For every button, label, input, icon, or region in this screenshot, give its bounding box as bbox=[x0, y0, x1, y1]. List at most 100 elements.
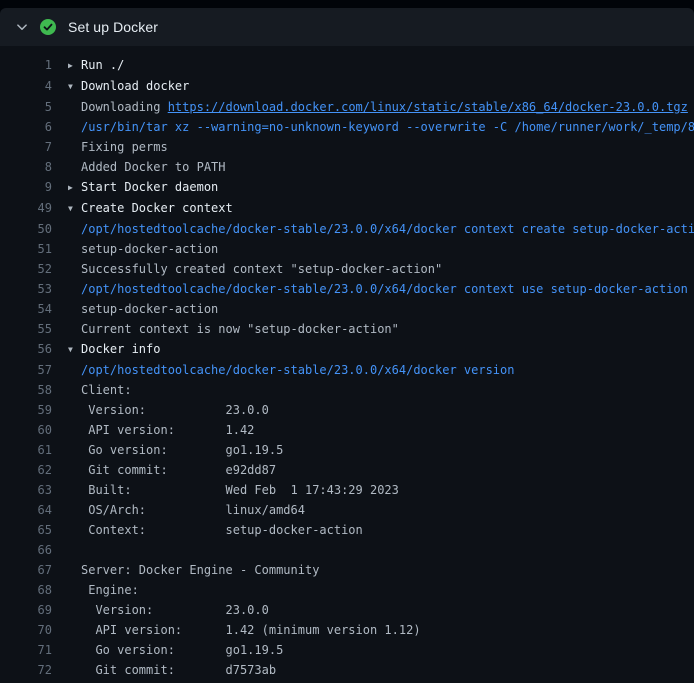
line-number[interactable]: 55 bbox=[0, 319, 52, 339]
line-number[interactable]: 5 bbox=[0, 97, 52, 117]
log-text: Version: 23.0.0 bbox=[68, 600, 269, 620]
log-line: 70 API version: 1.42 (minimum version 1.… bbox=[0, 620, 694, 640]
line-number[interactable]: 59 bbox=[0, 400, 52, 420]
line-number[interactable]: 56 bbox=[0, 339, 52, 360]
log-line: 65 Context: setup-docker-action bbox=[0, 520, 694, 540]
line-number[interactable]: 53 bbox=[0, 279, 52, 299]
line-number[interactable]: 49 bbox=[0, 198, 52, 219]
log-text: Built: Wed Feb 1 17:43:29 2023 bbox=[68, 480, 399, 500]
line-number[interactable]: 68 bbox=[0, 580, 52, 600]
log-container: 1▶Run ./4▼Download docker5Downloading ht… bbox=[0, 46, 694, 683]
group-title: Create Docker context bbox=[81, 201, 233, 215]
log-line: 5 Downloading https://download.docker.com… bbox=[0, 97, 694, 117]
line-number[interactable]: 64 bbox=[0, 500, 52, 520]
log-text: setup-docker-action bbox=[68, 299, 218, 319]
log-text: setup-docker-action bbox=[68, 239, 218, 259]
line-number[interactable]: 54 bbox=[0, 299, 52, 319]
line-number[interactable]: 62 bbox=[0, 460, 52, 480]
log-text: Engine: bbox=[68, 580, 139, 600]
log-line: 51 setup-docker-action bbox=[0, 239, 694, 259]
line-number[interactable]: 57 bbox=[0, 360, 52, 380]
step-title: Set up Docker bbox=[68, 19, 158, 35]
log-line: 72 Git commit: d7573ab bbox=[0, 660, 694, 680]
step-header[interactable]: Set up Docker bbox=[0, 8, 694, 46]
log-line: 54 setup-docker-action bbox=[0, 299, 694, 319]
line-number[interactable]: 9 bbox=[0, 177, 52, 198]
line-number[interactable]: 63 bbox=[0, 480, 52, 500]
log-text: Git commit: d7573ab bbox=[68, 660, 276, 680]
log-text[interactable]: ▼Create Docker context bbox=[68, 198, 233, 219]
group-chevron-collapsed-icon[interactable]: ▶ bbox=[68, 56, 81, 76]
log-line: 64 OS/Arch: linux/amd64 bbox=[0, 500, 694, 520]
line-number[interactable]: 1 bbox=[0, 55, 52, 76]
download-url-link[interactable]: https://download.docker.com/linux/static… bbox=[168, 100, 688, 114]
log-text: Client: bbox=[68, 380, 132, 400]
log-line: 63 Built: Wed Feb 1 17:43:29 2023 bbox=[0, 480, 694, 500]
log-text: Added Docker to PATH bbox=[68, 157, 226, 177]
line-number[interactable]: 61 bbox=[0, 440, 52, 460]
log-line: 66 bbox=[0, 540, 694, 560]
line-number[interactable]: 50 bbox=[0, 219, 52, 239]
line-number[interactable]: 65 bbox=[0, 520, 52, 540]
log-line: 68 Engine: bbox=[0, 580, 694, 600]
line-number[interactable]: 4 bbox=[0, 76, 52, 97]
log-line: 49 ▼Create Docker context bbox=[0, 198, 694, 219]
log-text: API version: 1.42 bbox=[68, 420, 254, 440]
line-number[interactable]: 8 bbox=[0, 157, 52, 177]
line-number[interactable]: 66 bbox=[0, 540, 52, 560]
log-line: 8 Added Docker to PATH bbox=[0, 157, 694, 177]
log-text: /usr/bin/tar xz --warning=no-unknown-key… bbox=[68, 117, 694, 137]
log-text: Version: 23.0.0 bbox=[68, 400, 269, 420]
log-text: Go version: go1.19.5 bbox=[68, 640, 283, 660]
group-chevron-expanded-icon[interactable]: ▼ bbox=[68, 77, 81, 97]
log-text[interactable]: ▼Docker info bbox=[68, 339, 160, 360]
line-number[interactable]: 7 bbox=[0, 137, 52, 157]
success-check-icon bbox=[40, 19, 56, 35]
log-line: 52 Successfully created context "setup-do… bbox=[0, 259, 694, 279]
group-chevron-expanded-icon[interactable]: ▼ bbox=[68, 199, 81, 219]
log-text: Downloading https://download.docker.com/… bbox=[68, 97, 688, 117]
log-text[interactable]: ▼Download docker bbox=[68, 76, 189, 97]
line-number[interactable]: 52 bbox=[0, 259, 52, 279]
log-line: 50/opt/hostedtoolcache/docker-stable/23.… bbox=[0, 219, 694, 239]
chevron-down-icon[interactable] bbox=[16, 21, 28, 33]
log-line: 9 ▶Start Docker daemon bbox=[0, 177, 694, 198]
log-line: 53/opt/hostedtoolcache/docker-stable/23.… bbox=[0, 279, 694, 299]
log-text: Fixing perms bbox=[68, 137, 168, 157]
line-number[interactable]: 67 bbox=[0, 560, 52, 580]
log-text: OS/Arch: linux/amd64 bbox=[68, 500, 305, 520]
group-chevron-collapsed-icon[interactable]: ▶ bbox=[68, 178, 81, 198]
line-number[interactable]: 58 bbox=[0, 380, 52, 400]
log-text: /opt/hostedtoolcache/docker-stable/23.0.… bbox=[68, 279, 688, 299]
group-chevron-expanded-icon[interactable]: ▼ bbox=[68, 340, 81, 360]
log-text[interactable]: ▶Run ./ bbox=[68, 55, 124, 76]
line-number[interactable]: 51 bbox=[0, 239, 52, 259]
log-line: 6/usr/bin/tar xz --warning=no-unknown-ke… bbox=[0, 117, 694, 137]
log-line: 62 Git commit: e92dd87 bbox=[0, 460, 694, 480]
log-text[interactable]: ▶Start Docker daemon bbox=[68, 177, 218, 198]
log-text: Context: setup-docker-action bbox=[68, 520, 363, 540]
line-number[interactable]: 60 bbox=[0, 420, 52, 440]
group-title: Start Docker daemon bbox=[81, 180, 218, 194]
log-line: 1 ▶Run ./ bbox=[0, 55, 694, 76]
log-line: 58 Client: bbox=[0, 380, 694, 400]
log-line: 67Server: Docker Engine - Community bbox=[0, 560, 694, 580]
group-title: Run ./ bbox=[81, 58, 124, 72]
log-line: 56 ▼Docker info bbox=[0, 339, 694, 360]
log-line: 57/opt/hostedtoolcache/docker-stable/23.… bbox=[0, 360, 694, 380]
line-number[interactable]: 69 bbox=[0, 600, 52, 620]
line-number[interactable]: 70 bbox=[0, 620, 52, 640]
log-line: 4 ▼Download docker bbox=[0, 76, 694, 97]
log-text: Successfully created context "setup-dock… bbox=[68, 259, 442, 279]
line-number[interactable]: 71 bbox=[0, 640, 52, 660]
log-text: Git commit: e92dd87 bbox=[68, 460, 276, 480]
log-line: 7 Fixing perms bbox=[0, 137, 694, 157]
log-line: 61 Go version: go1.19.5 bbox=[0, 440, 694, 460]
log-text: Go version: go1.19.5 bbox=[68, 440, 283, 460]
log-line: 60 API version: 1.42 bbox=[0, 420, 694, 440]
log-line: 59 Version: 23.0.0 bbox=[0, 400, 694, 420]
line-number[interactable]: 72 bbox=[0, 660, 52, 680]
group-title: Docker info bbox=[81, 342, 160, 356]
line-number[interactable]: 6 bbox=[0, 117, 52, 137]
log-text: /opt/hostedtoolcache/docker-stable/23.0.… bbox=[68, 219, 694, 239]
